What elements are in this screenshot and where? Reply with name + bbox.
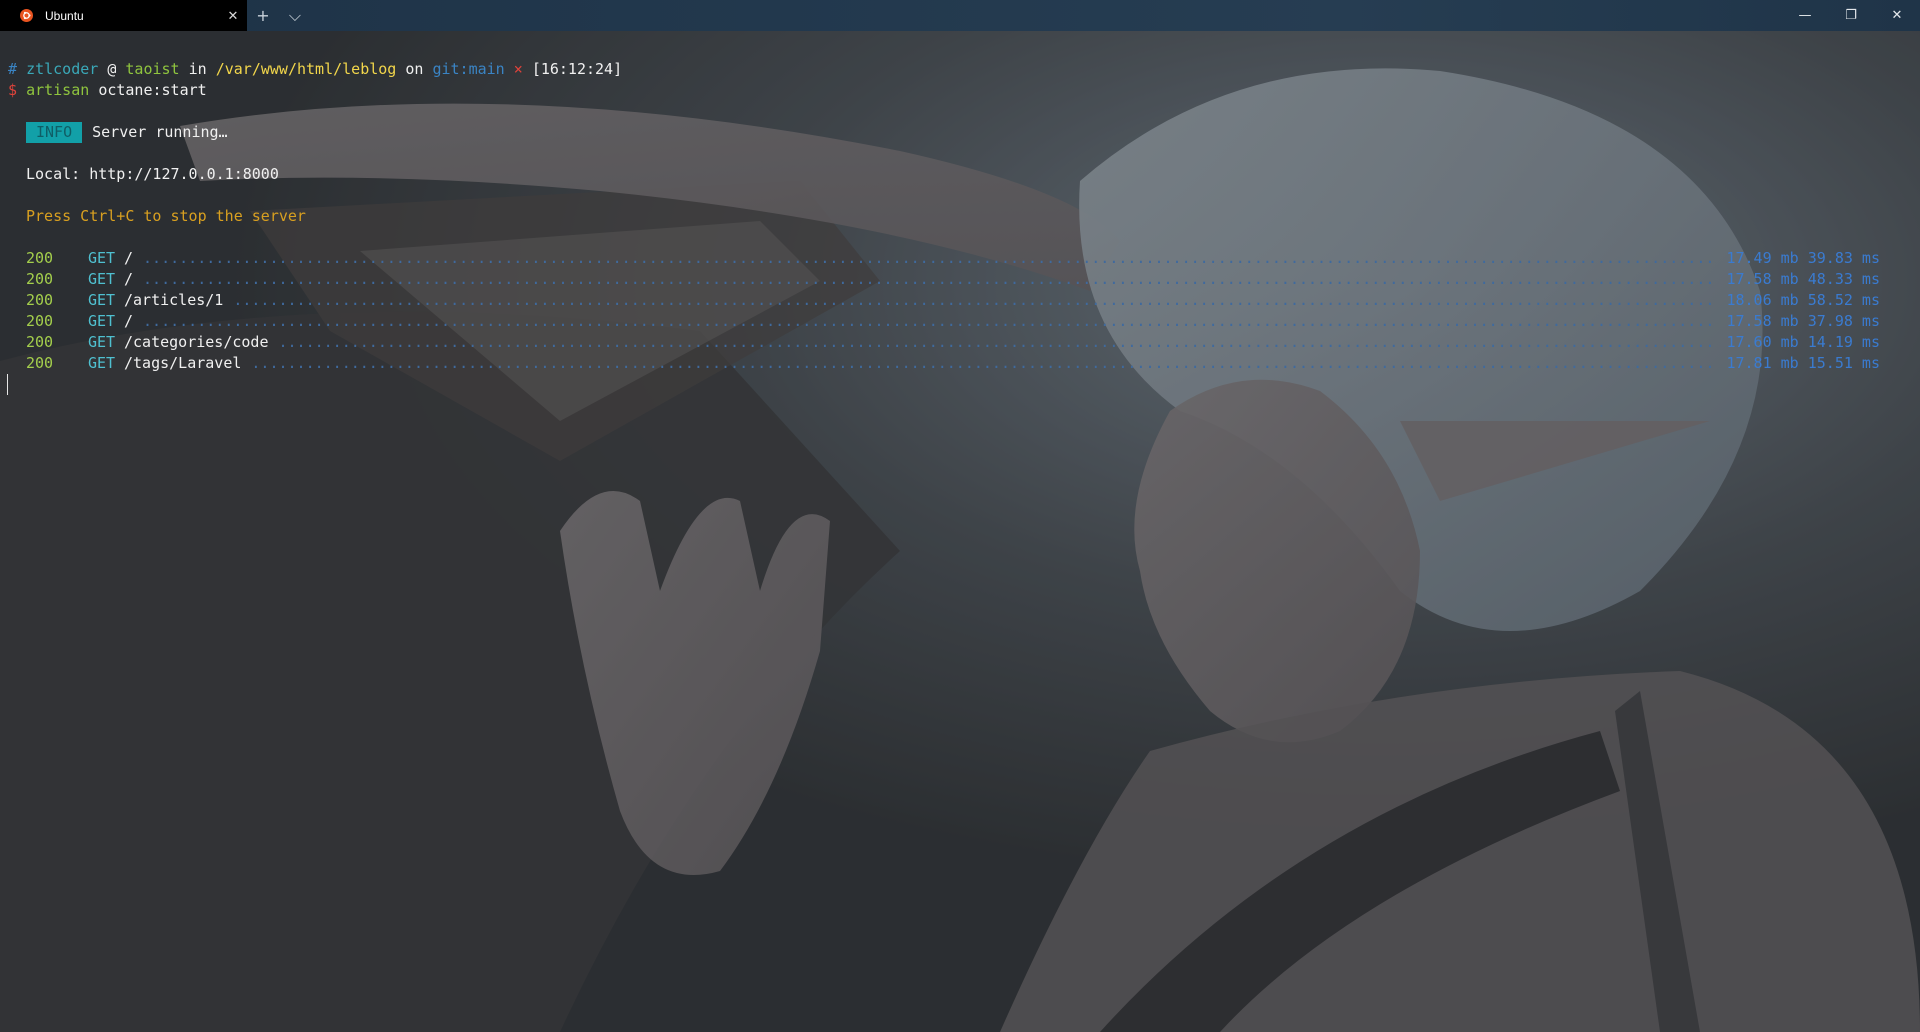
command-name: artisan xyxy=(26,81,90,99)
local-label: Local: xyxy=(26,165,81,183)
info-text: Server running… xyxy=(92,123,228,141)
text-cursor xyxy=(7,374,8,395)
title-bar: Ubuntu ✕ + ⌵ — ❐ ✕ xyxy=(0,0,1920,31)
ubuntu-logo-icon xyxy=(20,9,33,22)
terminal-window: Ubuntu ✕ + ⌵ — ❐ ✕ # ztlcoder @ taoist i… xyxy=(0,0,1920,1032)
stop-hint-line: Press Ctrl+C to stop the server xyxy=(26,206,306,227)
request-metrics: 18.06 mb 58.52 ms xyxy=(1726,291,1880,309)
request-dot-leader: ........................................… xyxy=(143,249,1716,267)
prompt-path: /var/www/html/leblog xyxy=(215,60,397,78)
prompt-user: ztlcoder xyxy=(26,60,99,78)
terminal-area[interactable]: # ztlcoder @ taoist in /var/www/html/leb… xyxy=(0,31,1920,1032)
info-line: INFO Server running… xyxy=(26,122,228,143)
prompt-host: taoist xyxy=(125,60,180,78)
request-path: /tags/Laravel xyxy=(124,354,242,372)
prompt-git-label: git: xyxy=(432,60,469,78)
request-row: 200 GET /articles/1 ....................… xyxy=(26,290,1880,311)
request-method: GET xyxy=(88,270,116,288)
request-status: 200 xyxy=(26,270,54,288)
local-url-line: Local: http://127.0.0.1:8000 xyxy=(26,164,279,185)
tab-title: Ubuntu xyxy=(45,8,84,23)
request-metrics: 17.58 mb 48.33 ms xyxy=(1726,270,1880,288)
request-method: GET xyxy=(88,333,116,351)
request-path: / xyxy=(124,270,134,288)
tab-close-icon[interactable]: ✕ xyxy=(219,0,247,31)
stop-hint: Press Ctrl+C to stop the server xyxy=(26,207,306,225)
prompt-dirty-mark: × xyxy=(513,60,523,78)
request-method: GET xyxy=(88,312,116,330)
request-dot-leader: ........................................… xyxy=(251,354,1717,372)
prompt-in: in xyxy=(188,60,207,78)
request-status: 200 xyxy=(26,249,54,267)
info-badge: INFO xyxy=(26,122,83,143)
request-row: 200 GET / ..............................… xyxy=(26,269,1880,290)
request-status: 200 xyxy=(26,291,54,309)
terminal-output[interactable]: # ztlcoder @ taoist in /var/www/html/leb… xyxy=(0,31,1920,535)
request-status: 200 xyxy=(26,333,54,351)
request-dot-leader: ........................................… xyxy=(143,312,1716,330)
request-path: / xyxy=(124,249,134,267)
new-tab-button[interactable]: + xyxy=(247,0,279,31)
request-metrics: 17.60 mb 14.19 ms xyxy=(1726,333,1880,351)
minimize-button[interactable]: — xyxy=(1782,0,1828,31)
local-url[interactable]: http://127.0.0.1:8000 xyxy=(89,165,279,183)
title-bar-drag-area[interactable] xyxy=(311,0,1782,31)
tab-dropdown-icon[interactable]: ⌵ xyxy=(279,0,311,31)
request-dot-leader: ........................................… xyxy=(143,270,1716,288)
request-path: /articles/1 xyxy=(124,291,224,309)
request-method: GET xyxy=(88,354,116,372)
request-metrics: 17.49 mb 39.83 ms xyxy=(1726,249,1880,267)
request-path: / xyxy=(124,312,134,330)
request-method: GET xyxy=(88,291,116,309)
request-method: GET xyxy=(88,249,116,267)
request-metrics: 17.58 mb 37.98 ms xyxy=(1726,312,1880,330)
request-row: 200 GET /tags/Laravel ..................… xyxy=(26,353,1880,374)
prompt-dollar: $ xyxy=(8,81,18,99)
request-row: 200 GET /categories/code ...............… xyxy=(26,332,1880,353)
prompt-hash: # xyxy=(8,60,18,78)
close-button[interactable]: ✕ xyxy=(1874,0,1920,31)
request-path: /categories/code xyxy=(124,333,269,351)
prompt-time: [16:12:24] xyxy=(531,60,623,78)
request-dot-leader: ........................................… xyxy=(233,291,1717,309)
command-args: octane:start xyxy=(98,81,207,99)
tab-ubuntu[interactable]: Ubuntu ✕ xyxy=(0,0,247,31)
command-line: $ artisan octane:start xyxy=(8,80,207,101)
request-dot-leader: ........................................… xyxy=(278,333,1717,351)
request-status: 200 xyxy=(26,312,54,330)
prompt-on: on xyxy=(405,60,424,78)
request-row: 200 GET / ..............................… xyxy=(26,248,1880,269)
request-metrics: 17.81 mb 15.51 ms xyxy=(1726,354,1880,372)
request-row: 200 GET / ..............................… xyxy=(26,311,1880,332)
prompt-at: @ xyxy=(107,60,117,78)
prompt-line: # ztlcoder @ taoist in /var/www/html/leb… xyxy=(8,59,622,80)
request-status: 200 xyxy=(26,354,54,372)
maximize-button[interactable]: ❐ xyxy=(1828,0,1874,31)
prompt-branch: main xyxy=(468,60,505,78)
